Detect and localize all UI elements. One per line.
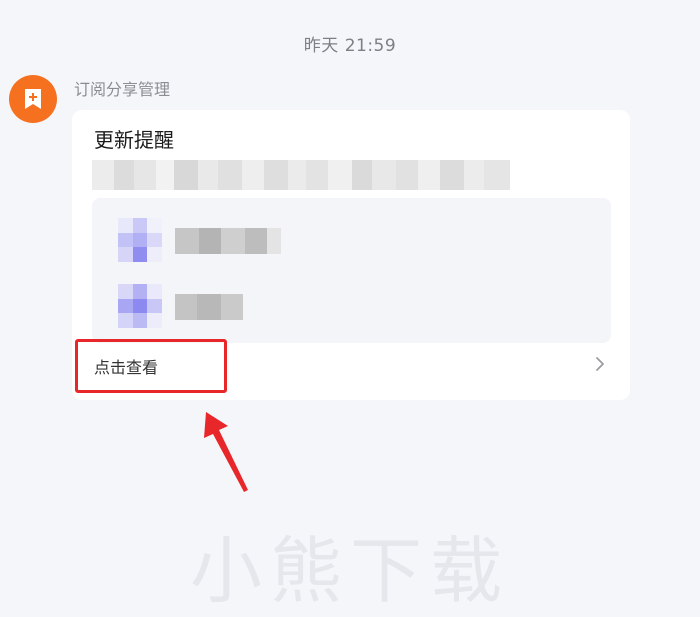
list-item[interactable] <box>118 218 318 262</box>
account-avatar[interactable] <box>9 75 57 123</box>
blurred-item-title <box>175 294 243 320</box>
card-title: 更新提醒 <box>94 128 174 152</box>
annotation-arrow-icon <box>204 412 248 492</box>
sender-name: 订阅分享管理 <box>74 80 171 99</box>
watermark: 小熊下载 <box>189 529 510 613</box>
bookmark-plus-icon <box>25 89 41 109</box>
update-reminder-card[interactable]: 更新提醒 点击查看 <box>72 110 630 400</box>
blurred-description <box>92 160 510 190</box>
view-details-button[interactable]: 点击查看 <box>75 339 227 393</box>
list-item[interactable] <box>118 284 318 328</box>
content-preview-panel <box>92 198 611 343</box>
view-details-label: 点击查看 <box>94 358 159 377</box>
blurred-item-title <box>175 228 281 254</box>
thumbnail-icon <box>118 284 162 328</box>
message-timestamp: 昨天 21:59 <box>303 36 397 56</box>
chevron-right-icon[interactable] <box>590 354 610 374</box>
thumbnail-icon <box>118 218 162 262</box>
